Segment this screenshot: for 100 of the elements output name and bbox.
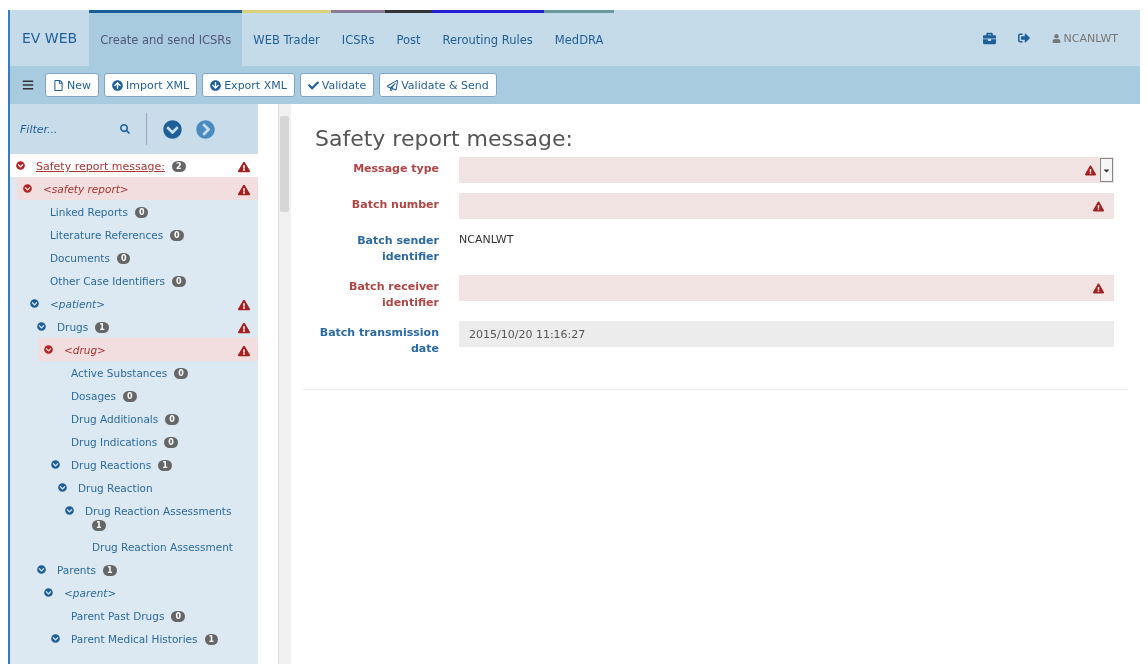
brand-title[interactable]: EV WEB	[10, 10, 90, 66]
expand-toggle-icon[interactable]	[51, 634, 60, 643]
tree-label: <safety report>	[43, 183, 129, 195]
expand-all-icon[interactable]	[163, 119, 182, 139]
tree-item[interactable]: Parent Past Drugs 0	[45, 604, 258, 627]
input-field[interactable]: 2015/10/20 11:16:27	[459, 321, 1114, 347]
tree-item[interactable]: Drug Additionals 0	[45, 407, 258, 430]
toolbar-button[interactable]: Validate	[299, 73, 375, 97]
tree-label: Documents	[50, 252, 110, 264]
expand-toggle-icon[interactable]	[58, 483, 67, 492]
count-badge: 1	[158, 460, 172, 471]
tree-label: Parent Medical Histories	[71, 633, 198, 645]
count-badge: 1	[204, 634, 219, 645]
tree-item[interactable]: Drug Reaction	[52, 476, 258, 499]
tree-item[interactable]: Drug Indications 0	[45, 430, 258, 453]
tree-label: Drug Reaction Assessments	[85, 505, 232, 517]
form-title: Safety report message:	[315, 126, 574, 151]
warning-icon	[1093, 282, 1104, 294]
tree-item[interactable]: Drug Reactions 1	[45, 453, 258, 476]
tree-label: Other Case Identifiers	[50, 275, 165, 287]
filter-field[interactable]: Filter...	[18, 121, 112, 137]
field-label: Batch number	[350, 197, 439, 213]
input-field[interactable]	[459, 157, 1114, 183]
tree-label: Literature References	[50, 229, 164, 241]
tree-item[interactable]: <patient>	[24, 292, 258, 315]
count-badge: 0	[134, 207, 149, 218]
tree-label: Parents	[57, 564, 97, 576]
count-badge: 0	[116, 253, 131, 264]
expand-toggle-icon[interactable]	[44, 588, 53, 597]
logout-icon[interactable]	[1017, 32, 1030, 44]
tree-label: Dosages	[71, 390, 116, 402]
tree-item[interactable]: Drug Reaction Assessment	[66, 535, 258, 558]
tree-label: Drug Reaction	[78, 482, 153, 494]
tree-item[interactable]: Dosages 0	[45, 384, 258, 407]
tree-label: Drug Reaction Assessment	[92, 541, 233, 553]
toolbar-button[interactable]: Import XML	[104, 73, 198, 97]
file-icon	[53, 79, 64, 91]
check-icon	[307, 79, 319, 91]
toolbar-button[interactable]: New	[45, 73, 99, 97]
download-icon	[210, 79, 222, 91]
briefcase-icon[interactable]	[982, 31, 996, 45]
count-badge: 0	[174, 368, 188, 379]
upload-icon	[112, 79, 123, 91]
tree-item[interactable]: Other Case Identifiers 0	[24, 269, 258, 292]
field-label: Batch receiver identifier	[348, 279, 439, 311]
count-badge: 0	[164, 437, 178, 448]
tree-item[interactable]: Drugs 1	[31, 315, 258, 338]
send-icon	[387, 79, 399, 91]
tree-label: <patient>	[50, 298, 105, 310]
count-badge: 1	[92, 520, 106, 531]
expand-toggle-icon[interactable]	[51, 460, 60, 469]
expand-toggle-icon[interactable]	[44, 345, 53, 354]
toolbar-button[interactable]: Validate & Send	[379, 73, 497, 97]
count-badge: 2	[171, 161, 186, 172]
tree-item[interactable]: <drug>	[38, 338, 258, 361]
tree-item[interactable]: Literature References 0	[24, 223, 258, 246]
field-value: NCANLWT	[459, 232, 515, 248]
collapse-all-icon[interactable]	[196, 119, 215, 139]
expand-toggle-icon[interactable]	[65, 506, 74, 515]
tree-label: Linked Reports	[50, 206, 128, 218]
field-label: Message type	[352, 161, 439, 177]
tree-label: Drug Indications	[71, 436, 158, 448]
input-field[interactable]	[459, 275, 1114, 301]
expand-toggle-icon[interactable]	[37, 322, 46, 331]
tree-item[interactable]: Parents 1	[31, 558, 258, 581]
tree-item[interactable]: Safety report message: 2	[10, 154, 258, 177]
count-badge: 0	[170, 230, 184, 241]
tree-label: Parent Past Drugs	[71, 610, 165, 622]
warning-icon	[1093, 200, 1104, 212]
tree-item[interactable]: Linked Reports 0	[24, 200, 258, 223]
user-link[interactable]: NCANLWT	[1051, 31, 1118, 45]
tree-item[interactable]: Documents 0	[24, 246, 258, 269]
toolbar-button[interactable]: Export XML	[202, 73, 295, 97]
scrollbar[interactable]	[278, 104, 291, 664]
tree-label: Safety report message:	[36, 160, 165, 173]
count-badge: 0	[171, 611, 185, 622]
search-icon[interactable]	[120, 124, 130, 134]
user-icon	[1051, 33, 1061, 43]
dropdown-toggle[interactable]	[1100, 158, 1113, 182]
menu-icon[interactable]	[22, 79, 34, 91]
warning-icon	[1085, 164, 1096, 176]
input-field[interactable]	[459, 193, 1114, 219]
count-badge: 1	[95, 322, 109, 333]
tree-label: Drug Reactions	[71, 459, 152, 471]
tree-item[interactable]: <safety report>	[17, 177, 258, 200]
tree-item[interactable]: Drug Reaction Assessments 1	[59, 499, 258, 535]
count-badge: 0	[123, 391, 137, 402]
tree-label: Drugs	[57, 321, 89, 333]
field-label: Batch sender identifier	[356, 233, 439, 265]
count-badge: 1	[103, 565, 117, 576]
expand-toggle-icon[interactable]	[37, 565, 46, 574]
tree-item[interactable]: Parent Medical Histories 1	[45, 627, 258, 650]
expand-toggle-icon[interactable]	[16, 161, 25, 170]
field-label: Batch transmission date	[318, 325, 439, 357]
tree-item[interactable]: <parent>	[38, 581, 258, 604]
nav-tab[interactable]: Create and send ICSRs	[89, 10, 243, 66]
tree-label: Active Substances	[71, 367, 168, 379]
tree-item[interactable]: Active Substances 0	[45, 361, 258, 384]
expand-toggle-icon[interactable]	[30, 299, 39, 308]
expand-toggle-icon[interactable]	[23, 184, 32, 193]
